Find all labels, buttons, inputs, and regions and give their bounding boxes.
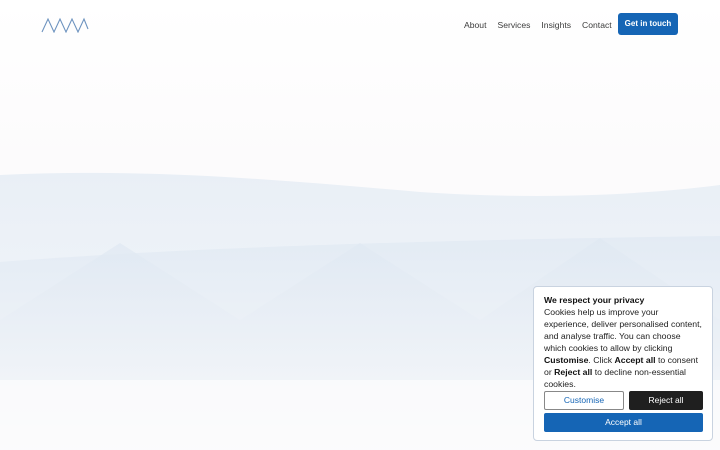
wave-logo-icon[interactable]: [41, 17, 89, 33]
cookie-text-part: . Click: [588, 355, 615, 365]
accept-keyword: Accept all: [614, 355, 656, 365]
reject-keyword: Reject all: [554, 367, 593, 377]
cookie-banner: We respect your privacy Cookies help us …: [533, 286, 713, 441]
nav-link-about[interactable]: About: [464, 19, 486, 31]
main-nav: About Services Insights Contact: [464, 19, 612, 31]
cookie-text-part: Cookies help us improve your experience,…: [544, 307, 702, 353]
customise-button[interactable]: Customise: [544, 391, 624, 410]
cookie-button-row: Customise Reject all: [544, 391, 703, 410]
customise-keyword: Customise: [544, 355, 589, 365]
cookie-banner-text: Cookies help us improve your experience,…: [544, 306, 702, 390]
cookie-banner-title: We respect your privacy: [544, 295, 645, 305]
nav-link-insights[interactable]: Insights: [541, 19, 571, 31]
reject-all-button[interactable]: Reject all: [629, 391, 703, 410]
get-in-touch-button[interactable]: Get in touch: [618, 13, 678, 35]
nav-link-contact[interactable]: Contact: [582, 19, 612, 31]
accept-all-button[interactable]: Accept all: [544, 413, 703, 432]
nav-link-services[interactable]: Services: [497, 19, 530, 31]
